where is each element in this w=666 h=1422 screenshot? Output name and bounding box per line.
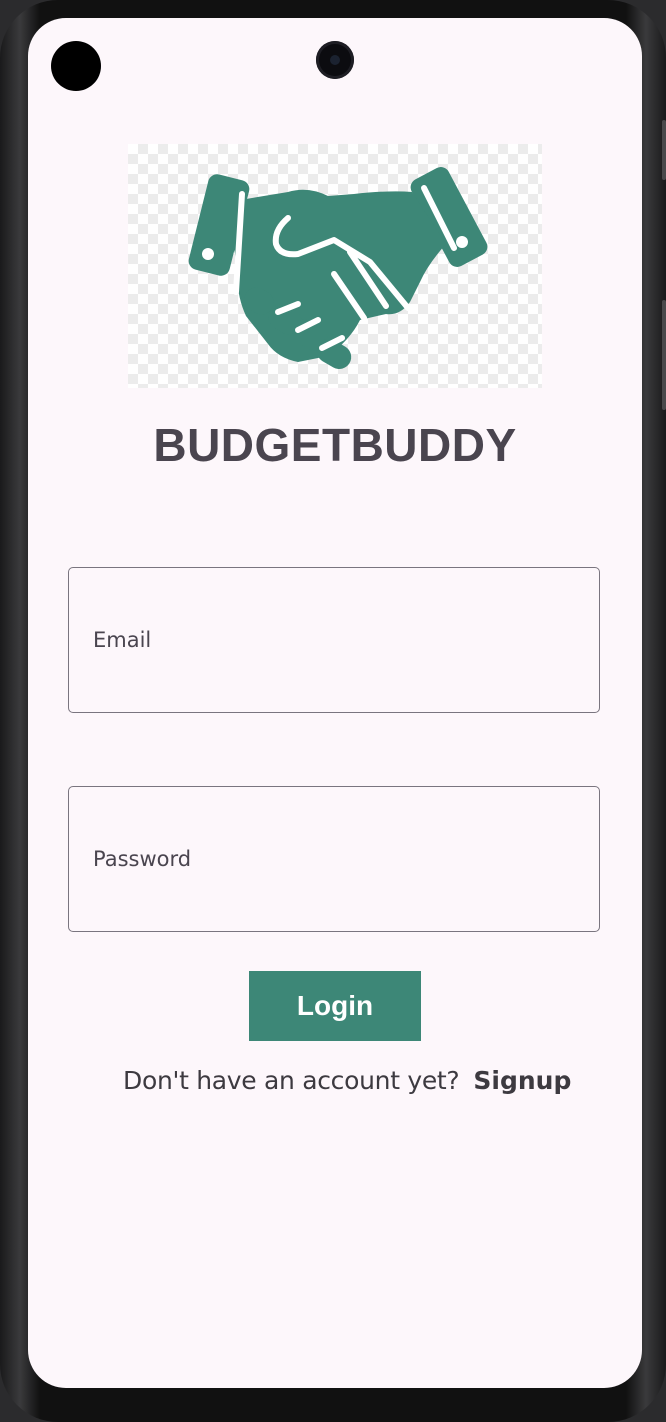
signup-prompt-text: Don't have an account yet? (123, 1066, 460, 1095)
volume-button (662, 120, 666, 180)
email-field[interactable]: Email (68, 567, 600, 713)
password-field[interactable]: Password (68, 786, 600, 932)
app-screen: BUDGETBUDDY Email Password Login Don't h… (28, 18, 642, 1388)
front-camera (316, 41, 354, 79)
handshake-icon (188, 167, 488, 369)
password-label: Password (93, 847, 192, 871)
signup-link[interactable]: Signup (473, 1066, 571, 1095)
email-label: Email (93, 628, 152, 652)
app-logo (128, 144, 542, 388)
app-title: BUDGETBUDDY (153, 419, 517, 471)
power-button (662, 300, 666, 410)
status-dot (51, 41, 101, 91)
signup-prompt-row: Don't have an account yet? Signup (123, 1066, 603, 1095)
device-frame: BUDGETBUDDY Email Password Login Don't h… (0, 0, 666, 1422)
login-button[interactable]: Login (249, 971, 421, 1041)
